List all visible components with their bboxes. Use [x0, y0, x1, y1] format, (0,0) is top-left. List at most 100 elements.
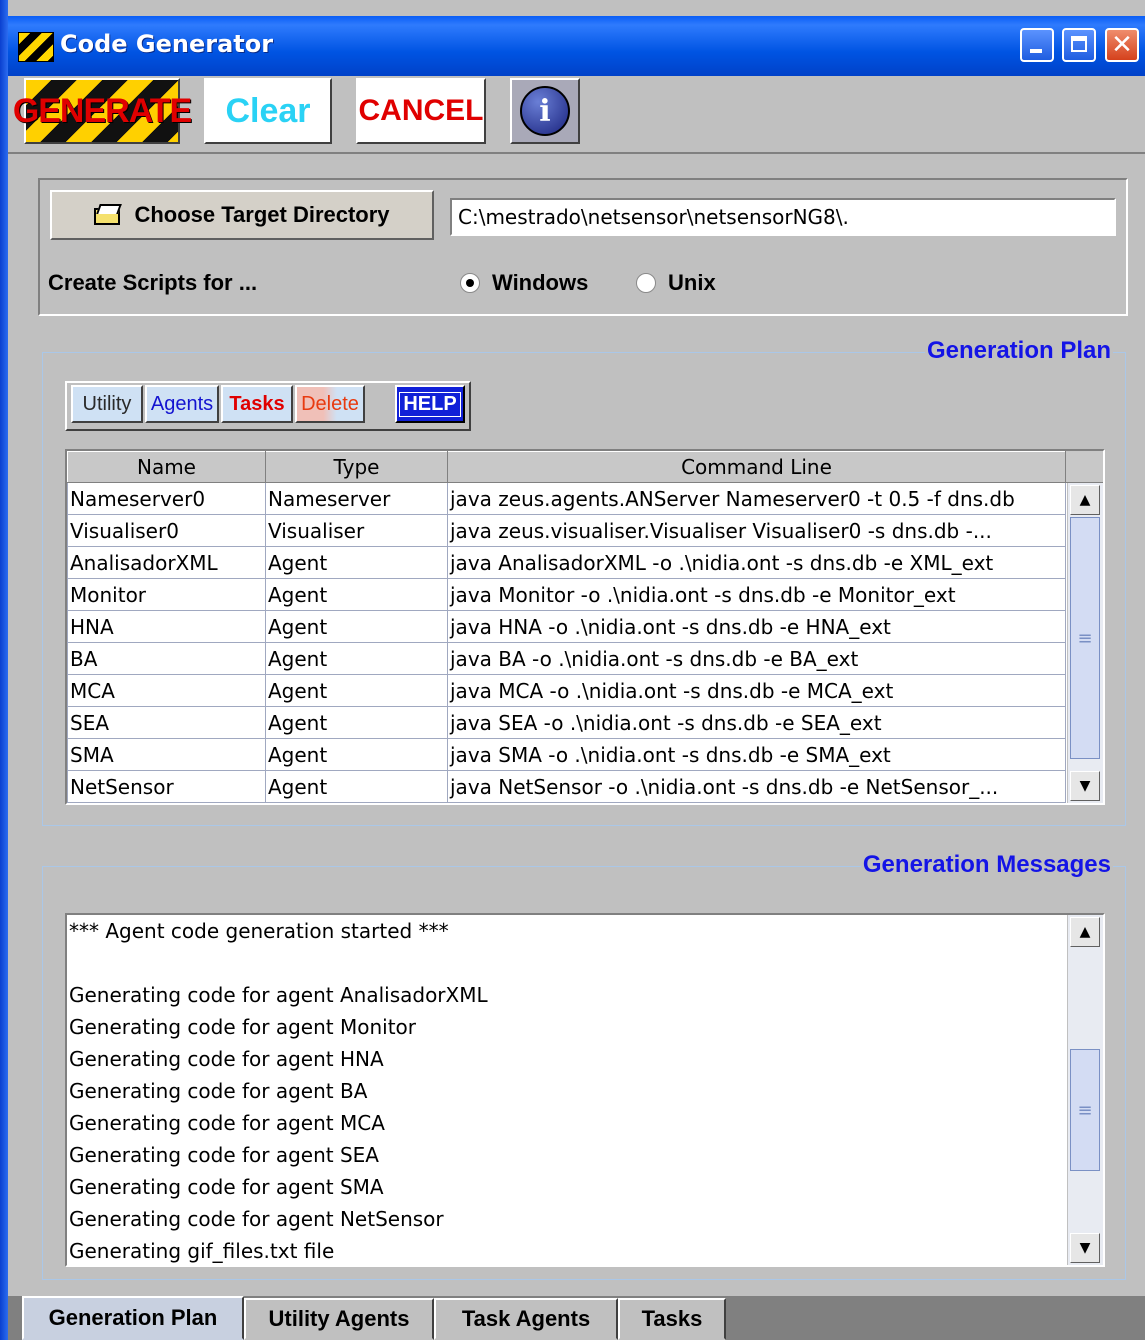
cell-type[interactable]: Agent: [265, 610, 448, 643]
cell-name[interactable]: SMA: [67, 738, 266, 771]
cell-name[interactable]: NetSensor: [67, 770, 266, 803]
create-scripts-label: Create Scripts for ...: [48, 270, 258, 295]
generation-plan-table: Name Type Command Line Nameserver0 Namese…: [65, 449, 1105, 805]
message-line: *** Agent code generation started ***: [69, 919, 449, 943]
tab-generation-plan[interactable]: Generation Plan: [22, 1296, 244, 1340]
table-row[interactable]: HNA Agent java HNA -o .\nidia.ont -s dns.d…: [67, 610, 1066, 643]
table-row[interactable]: Nameserver0 Nameserver java zeus.agents.AN…: [67, 482, 1066, 515]
tab-task-agents[interactable]: Task Agents: [434, 1298, 618, 1340]
tab-tasks[interactable]: Tasks: [618, 1298, 726, 1340]
table-row[interactable]: SMA Agent java SMA -o .\nidia.ont -s dns.d…: [67, 738, 1066, 771]
close-icon: ✕: [1111, 30, 1133, 60]
agents-button[interactable]: Agents: [145, 385, 219, 423]
table-row[interactable]: SEA Agent java SEA -o .\nidia.ont -s dns.d…: [67, 706, 1066, 739]
message-line: Generating code for agent AnalisadorXML: [69, 983, 488, 1007]
message-line: Generating code for agent SEA: [69, 1143, 379, 1167]
table-row[interactable]: Monitor Agent java Monitor -o .\nidia.ont …: [67, 578, 1066, 611]
tasks-button[interactable]: Tasks: [221, 385, 293, 423]
plan-toolbar: Utility Agents Tasks Delete HELP: [65, 381, 471, 431]
message-line: Generating code for agent HNA: [69, 1047, 384, 1071]
cell-type[interactable]: Agent: [265, 738, 448, 771]
cell-name[interactable]: AnalisadorXML: [67, 546, 266, 579]
target-directory-panel: Choose Target Directory Create Scripts f…: [38, 178, 1128, 316]
cell-type[interactable]: Nameserver: [265, 482, 448, 515]
windows-radio[interactable]: Windows: [460, 270, 588, 296]
minimize-button[interactable]: [1020, 28, 1054, 62]
cell-command[interactable]: java NetSensor -o .\nidia.ont -s dns.db …: [447, 770, 1066, 803]
cancel-button[interactable]: CANCEL: [356, 78, 486, 144]
cell-command[interactable]: java HNA -o .\nidia.ont -s dns.db -e HNA…: [447, 610, 1066, 643]
app-logo-icon: [18, 32, 54, 62]
cell-command[interactable]: java AnalisadorXML -o .\nidia.ont -s dns…: [447, 546, 1066, 579]
minimize-icon: [1022, 30, 1052, 60]
generation-messages-area[interactable]: *** Agent code generation started *** Ge…: [65, 913, 1105, 1267]
cell-command[interactable]: java MCA -o .\nidia.ont -s dns.db -e MCA…: [447, 674, 1066, 707]
unix-radio-label: Unix: [668, 270, 716, 295]
table-row[interactable]: NetSensor Agent java NetSensor -o .\nidia.…: [67, 770, 1066, 803]
table-row[interactable]: AnalisadorXML Agent java AnalisadorXML -o …: [67, 546, 1066, 579]
message-line: Generating gif_files.txt file: [69, 1239, 335, 1263]
messages-vertical-scrollbar[interactable]: ▲ ≡ ▼: [1067, 915, 1103, 1265]
radio-checked-icon: [460, 273, 480, 293]
cell-command[interactable]: java BA -o .\nidia.ont -s dns.db -e BA_e…: [447, 642, 1066, 675]
generation-messages-group: Generation Messages *** Agent code gener…: [42, 851, 1126, 1280]
generation-plan-title: Generation Plan: [924, 337, 1113, 365]
column-header-type[interactable]: Type: [265, 451, 448, 483]
utility-button[interactable]: Utility: [71, 385, 143, 423]
generate-button[interactable]: GENERATE: [13, 78, 192, 144]
cell-type[interactable]: Agent: [265, 706, 448, 739]
table-row[interactable]: MCA Agent java MCA -o .\nidia.ont -s dns.d…: [67, 674, 1066, 707]
target-directory-field[interactable]: [450, 198, 1116, 236]
table-header-corner: [1065, 451, 1103, 483]
column-header-command-line[interactable]: Command Line: [447, 451, 1066, 483]
scroll-thumb[interactable]: ≡: [1070, 517, 1100, 759]
code-generator-window: Code Generator ✕ GENERATE Clear CANCEL i…: [0, 0, 1145, 1340]
window-title: Code Generator: [60, 30, 274, 58]
cell-type[interactable]: Agent: [265, 770, 448, 803]
scroll-thumb[interactable]: ≡: [1070, 1049, 1100, 1171]
clear-button[interactable]: Clear: [204, 78, 332, 144]
cell-command[interactable]: java SEA -o .\nidia.ont -s dns.db -e SEA…: [447, 706, 1066, 739]
cell-name[interactable]: Nameserver0: [67, 482, 266, 515]
cell-type[interactable]: Agent: [265, 578, 448, 611]
scroll-up-arrow-icon[interactable]: ▲: [1070, 485, 1100, 515]
column-header-name[interactable]: Name: [67, 451, 266, 483]
choose-target-directory-button[interactable]: Choose Target Directory: [50, 190, 434, 240]
cell-type[interactable]: Agent: [265, 674, 448, 707]
window-left-border: [0, 0, 8, 1340]
tab-utility-agents[interactable]: Utility Agents: [244, 1298, 434, 1340]
scroll-down-arrow-icon[interactable]: ▼: [1070, 1233, 1100, 1263]
close-button[interactable]: ✕: [1105, 28, 1139, 62]
message-line: Generating code for agent SMA: [69, 1175, 384, 1199]
cell-name[interactable]: Visualiser0: [67, 514, 266, 547]
table-row[interactable]: BA Agent java BA -o .\nidia.ont -s dns.db …: [67, 642, 1066, 675]
delete-button[interactable]: Delete: [295, 385, 365, 423]
cell-type[interactable]: Agent: [265, 546, 448, 579]
scroll-down-arrow-icon[interactable]: ▼: [1070, 771, 1100, 801]
cell-command[interactable]: java Monitor -o .\nidia.ont -s dns.db -e…: [447, 578, 1066, 611]
cell-command[interactable]: java zeus.visualiser.Visualiser Visualis…: [447, 514, 1066, 547]
plan-vertical-scrollbar[interactable]: ▲ ≡ ▼: [1067, 483, 1103, 803]
message-line: Generating code for agent MCA: [69, 1111, 385, 1135]
cell-name[interactable]: HNA: [67, 610, 266, 643]
title-bar[interactable]: Code Generator ✕: [8, 16, 1145, 76]
help-label: HELP: [399, 391, 461, 417]
maximize-button[interactable]: [1062, 28, 1096, 62]
table-row[interactable]: Visualiser0 Visualiser java zeus.visualise…: [67, 514, 1066, 547]
cell-type[interactable]: Visualiser: [265, 514, 448, 547]
info-icon: i: [520, 86, 570, 136]
cell-name[interactable]: MCA: [67, 674, 266, 707]
cell-name[interactable]: BA: [67, 642, 266, 675]
scroll-up-arrow-icon[interactable]: ▲: [1070, 917, 1100, 947]
cell-name[interactable]: SEA: [67, 706, 266, 739]
cell-type[interactable]: Agent: [265, 642, 448, 675]
help-button[interactable]: HELP: [395, 385, 465, 423]
cell-command[interactable]: java zeus.agents.ANServer Nameserver0 -t…: [447, 482, 1066, 515]
message-line: Generating code for agent BA: [69, 1079, 368, 1103]
generation-plan-group: Generation Plan Utility Agents Tasks Del…: [42, 337, 1126, 826]
cell-name[interactable]: Monitor: [67, 578, 266, 611]
cell-command[interactable]: java SMA -o .\nidia.ont -s dns.db -e SMA…: [447, 738, 1066, 771]
info-button[interactable]: i: [510, 78, 580, 144]
unix-radio[interactable]: Unix: [636, 270, 716, 296]
message-line: Generating code for agent Monitor: [69, 1015, 416, 1039]
